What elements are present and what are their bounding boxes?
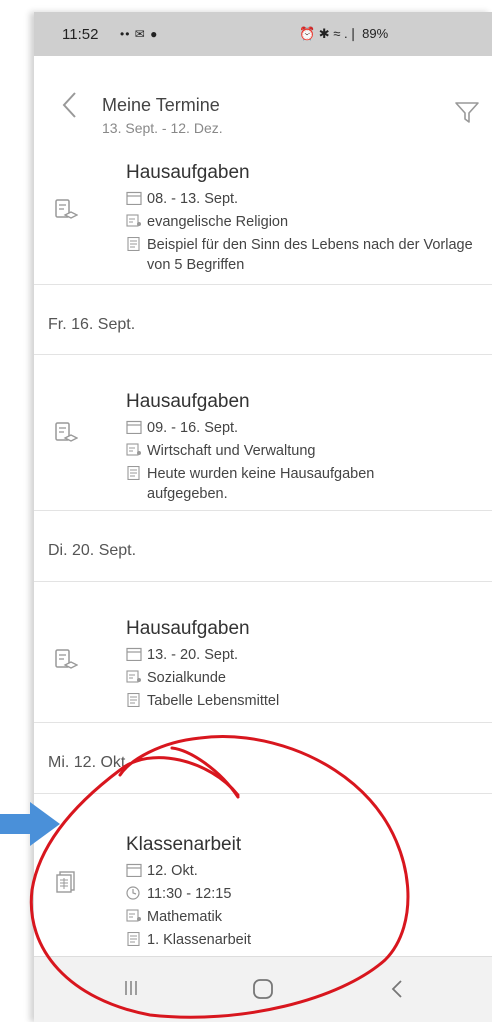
list-item[interactable]: Hausaufgaben 13. - 20. Sept. Sozialkunde… <box>34 582 492 722</box>
app-header: Meine Termine 13. Sept. - 12. Dez. <box>34 56 492 140</box>
list-item[interactable]: Hausaufgaben 09. - 16. Sept. Wirtschaft … <box>34 355 492 510</box>
note-icon <box>126 466 142 480</box>
entry-subject: evangelische Religion <box>126 212 288 232</box>
calendar-icon <box>126 191 142 205</box>
entry-subject: Wirtschaft und Verwaltung <box>126 441 315 461</box>
filter-icon[interactable] <box>454 100 480 126</box>
homework-icon <box>54 648 79 672</box>
page-subtitle: 13. Sept. - 12. Dez. <box>102 120 223 136</box>
phone-screen: 11:52 •• ✉ ● ⏰ ✱ ≈ .❘ 89% Meine Termine … <box>34 12 492 1022</box>
calendar-icon <box>126 863 142 877</box>
annotation-arrow-icon <box>0 802 60 846</box>
entry-note: 1. Klassenarbeit <box>126 930 251 950</box>
entry-note: Beispiel für den Sinn des Lebens nach de… <box>126 235 492 275</box>
entry-title: Hausaufgaben <box>126 618 250 639</box>
status-time: 11:52 <box>62 25 99 43</box>
entry-date-range: 12. Okt. <box>126 861 198 881</box>
system-status-icons: ⏰ ✱ ≈ .❘ 89% <box>299 26 389 41</box>
back-chevron-icon[interactable] <box>60 90 80 120</box>
page-title: Meine Termine <box>102 95 220 115</box>
subject-icon <box>126 443 142 457</box>
note-icon <box>126 932 142 946</box>
subject-icon <box>126 909 142 923</box>
entry-subject: Sozialkunde <box>126 668 226 688</box>
date-header: Fr. 16. Sept. <box>48 316 136 333</box>
entry-date-range: 08. - 13. Sept. <box>126 189 238 209</box>
date-header: Mi. 12. Okt. <box>48 754 130 771</box>
calendar-icon <box>126 420 142 434</box>
entry-time: 11:30 - 12:15 <box>126 884 231 904</box>
subject-icon <box>126 214 142 228</box>
subject-icon <box>126 670 142 684</box>
divider <box>34 722 492 723</box>
note-icon <box>126 237 142 251</box>
calendar-icon <box>126 647 142 661</box>
entry-title: Hausaufgaben <box>126 162 250 183</box>
divider <box>34 284 492 285</box>
list-item[interactable]: Hausaufgaben 08. - 13. Sept. evangelisch… <box>34 140 492 285</box>
list-item[interactable]: Klassenarbeit 12. Okt. 11:30 - 12:15 Mat… <box>34 794 492 954</box>
homework-icon <box>54 421 79 445</box>
note-icon <box>126 693 142 707</box>
date-header: Di. 20. Sept. <box>48 542 137 559</box>
status-bar: 11:52 •• ✉ ● ⏰ ✱ ≈ .❘ 89% <box>34 12 492 56</box>
homework-icon <box>54 198 79 222</box>
recent-apps-icon[interactable] <box>122 979 140 997</box>
back-icon[interactable] <box>389 977 405 1001</box>
entry-note: Heute wurden keine Hausaufgaben aufgegeb… <box>126 464 447 504</box>
entry-date-range: 09. - 16. Sept. <box>126 418 238 438</box>
clock-icon <box>126 886 142 900</box>
entry-subject: Mathematik <box>126 907 222 927</box>
entry-title: Hausaufgaben <box>126 391 250 412</box>
entry-note: Tabelle Lebensmittel <box>126 691 279 711</box>
entry-title: Klassenarbeit <box>126 834 242 855</box>
exam-icon <box>54 870 78 894</box>
entry-date-range: 13. - 20. Sept. <box>126 645 238 665</box>
system-navigation-bar <box>34 956 492 1022</box>
divider <box>34 510 492 511</box>
home-icon[interactable] <box>251 977 275 1001</box>
notification-icons: •• ✉ ● <box>120 27 159 41</box>
